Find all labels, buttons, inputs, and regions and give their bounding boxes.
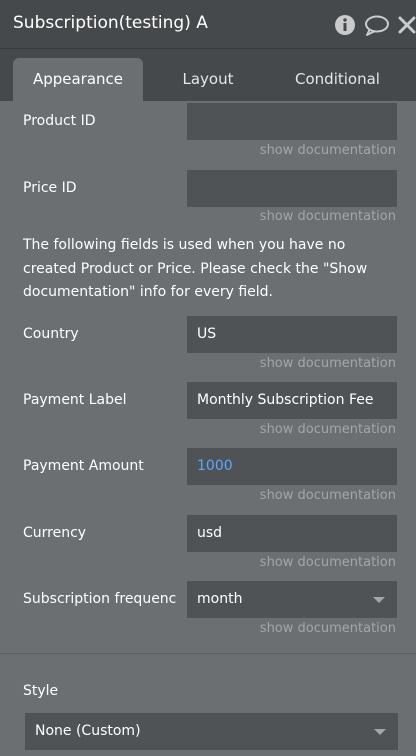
payment-amount-input[interactable]: 1000 <box>187 448 397 485</box>
style-select[interactable]: None (Custom) <box>25 713 398 750</box>
chevron-down-icon <box>374 729 386 735</box>
country-label: Country <box>23 326 79 342</box>
tab-conditional[interactable]: Conditional <box>275 58 400 101</box>
product-id-doc-link[interactable]: show documentation <box>260 143 396 158</box>
info-icon[interactable] <box>333 13 357 37</box>
payment-label-input[interactable]: Monthly Subscription Fee <box>187 382 397 419</box>
country-input[interactable]: US <box>187 316 397 353</box>
subscription-frequency-label: Subscription frequenc <box>23 591 177 607</box>
tab-appearance[interactable]: Appearance <box>13 58 143 101</box>
style-value: None (Custom) <box>35 723 141 739</box>
price-id-doc-link[interactable]: show documentation <box>260 209 396 224</box>
close-icon[interactable] <box>397 13 416 37</box>
tab-bar: Appearance Layout Conditional <box>0 49 416 101</box>
tab-layout[interactable]: Layout <box>160 58 256 101</box>
product-id-label: Product ID <box>23 113 96 129</box>
country-doc-link[interactable]: show documentation <box>260 356 396 371</box>
payment-amount-label: Payment Amount <box>23 458 144 474</box>
style-label: Style <box>23 683 59 699</box>
section-divider <box>0 653 416 654</box>
subscription-frequency-select[interactable]: month <box>187 581 397 618</box>
chevron-down-icon <box>373 597 385 603</box>
subscription-frequency-value: month <box>197 591 243 607</box>
product-id-input[interactable] <box>187 103 397 140</box>
price-id-input[interactable] <box>187 170 397 207</box>
payment-label-label: Payment Label <box>23 392 127 408</box>
panel-title: Subscription(testing) A <box>13 13 208 33</box>
subscription-frequency-doc-link[interactable]: show documentation <box>260 621 396 636</box>
payment-label-doc-link[interactable]: show documentation <box>260 422 396 437</box>
info-text: The following fields is used when you ha… <box>23 237 368 300</box>
currency-input[interactable]: usd <box>187 515 397 552</box>
price-id-label: Price ID <box>23 180 77 196</box>
currency-doc-link[interactable]: show documentation <box>260 555 396 570</box>
comment-icon[interactable] <box>364 13 389 37</box>
panel-header: Subscription(testing) A <box>0 0 416 49</box>
payment-amount-doc-link[interactable]: show documentation <box>260 488 396 503</box>
currency-label: Currency <box>23 525 87 541</box>
